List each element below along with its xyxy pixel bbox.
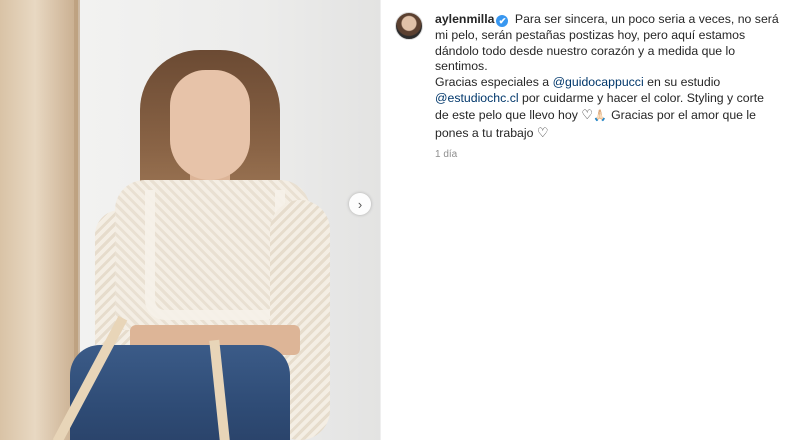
username-link[interactable]: aylenmilla [435,12,494,26]
person-figure [30,40,330,440]
instagram-post: › aylenmilla ✔ Para ser sincera, un poco … [0,0,800,440]
avatar[interactable] [395,12,423,40]
mention-link-guidocappucci[interactable]: @guidocappucci [553,75,644,89]
mention-link-estudiochc[interactable]: @estudiochc.cl [435,91,519,105]
face [170,70,250,180]
heart-emoji-2: ♡ [536,124,549,140]
ruffle [145,190,285,320]
caption-part3: en su estudio [647,75,721,90]
caption-text: aylenmilla ✔ Para ser sincera, un poco se… [435,12,779,163]
verified-badge-icon: ✔ [496,15,509,27]
caption-row: aylenmilla ✔ Para ser sincera, un poco se… [395,12,785,163]
caption-part2: Gracias especiales a [435,75,550,90]
praying-hands-emoji: 🙏🏻 [592,109,608,122]
heart-emoji: ♡ [581,106,593,122]
post-timestamp[interactable]: 1 día [435,147,779,163]
post-photo[interactable]: › [0,0,380,440]
chevron-right-icon[interactable]: › [349,193,371,215]
caption-panel: aylenmilla ✔ Para ser sincera, un poco se… [380,0,800,440]
